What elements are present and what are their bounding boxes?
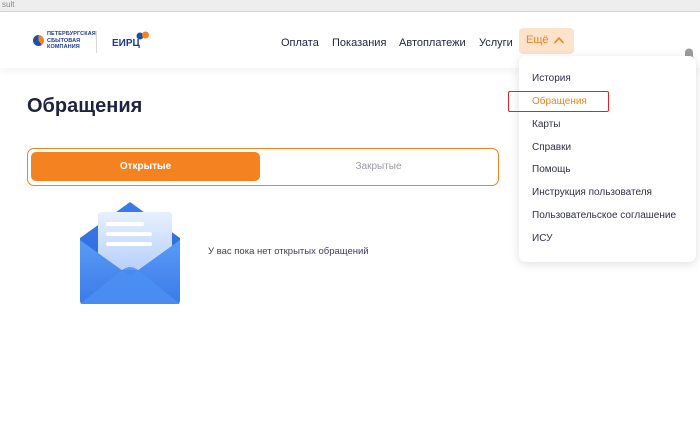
nav-autopayments[interactable]: Автоплатежи [399,37,466,49]
browser-tab-strip: sult [0,0,700,12]
nav-services[interactable]: Услуги [479,37,513,49]
menu-item-certificates[interactable]: Справки [532,142,571,153]
menu-item-cards[interactable]: Карты [532,119,561,130]
page-title: Обращения [27,95,143,117]
main-nav: Оплата Показания Автоплатежи Услуги [0,34,700,54]
highlight-box [508,91,609,112]
more-menu-button[interactable]: Ещё [519,28,574,54]
menu-item-user-guide[interactable]: Инструкция пользователя [532,187,652,198]
more-dropdown-menu: История Обращения Карты Справки Помощь И… [519,56,696,262]
browser-tab-title[interactable]: sult [2,0,14,9]
chevron-up-icon [554,37,564,44]
menu-item-help[interactable]: Помощь [532,164,571,175]
more-menu-label: Ещё [526,34,549,46]
envelope-icon [80,202,180,304]
nav-payment[interactable]: Оплата [281,37,319,49]
tab-closed[interactable]: Закрытые [264,152,493,181]
menu-item-user-agreement[interactable]: Пользовательское соглашение [532,210,676,221]
tabs-switcher: Открытые Закрытые [27,148,499,186]
tab-open[interactable]: Открытые [31,152,260,181]
empty-state-message: У вас пока нет открытых обращений [208,246,369,257]
menu-item-history[interactable]: История [532,73,571,84]
nav-readings[interactable]: Показания [332,37,386,49]
menu-item-isu[interactable]: ИСУ [532,233,552,244]
